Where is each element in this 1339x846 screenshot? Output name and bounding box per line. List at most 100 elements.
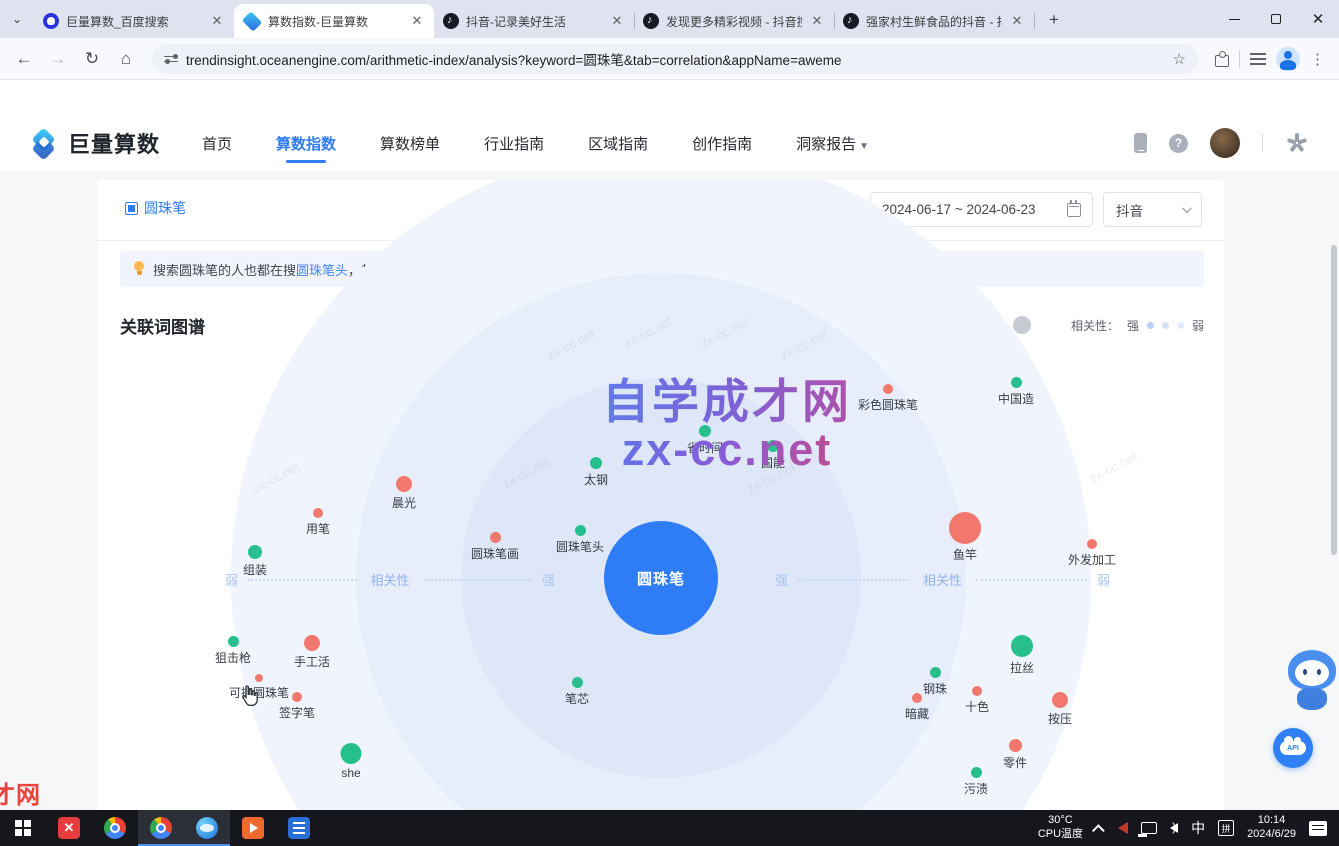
keyword-bubble-十色[interactable]: 十色 [965,686,989,715]
minimize-icon [1229,19,1240,20]
keyword-bubble-零件[interactable]: 零件 [1003,739,1027,771]
nav-item-算数指数[interactable]: 算数指数 [276,116,336,171]
page-scrollbar[interactable] [1331,245,1337,555]
taskbar-orange-app[interactable] [230,810,276,846]
forward-button[interactable]: → [42,43,74,75]
back-button[interactable]: ← [8,43,40,75]
date-range-value: 2024-06-17 ~ 2024-06-23 [882,202,1067,217]
axis-left-weak: 弱 [225,570,238,589]
browser-profile-avatar[interactable] [1276,47,1300,71]
keyword-bubble-she[interactable]: she [341,743,362,780]
watermark-tile: zx-cc.net [1087,449,1140,487]
keyword-bubble-污渍[interactable]: 污渍 [964,767,988,797]
keyword-bubble-圆珠笔画[interactable]: 圆珠笔画 [471,532,519,562]
browser-tab[interactable]: 抖音-记录美好生活✕ [434,4,634,38]
close-tab-icon[interactable]: ✕ [809,13,825,29]
site-info-icon[interactable] [164,54,178,64]
bytedance-pinwheel-icon[interactable] [1285,131,1309,155]
legend-corr-dot1 [1147,322,1154,329]
clock-time: 10:14 [1247,814,1296,828]
tab-groups-icon[interactable] [1250,53,1266,65]
site-logo[interactable]: 巨量算数 [30,127,160,159]
volume-icon[interactable] [1170,823,1178,833]
help-icon[interactable]: ? [1169,134,1188,153]
extensions-icon[interactable] [1214,51,1229,66]
api-float-button[interactable]: API [1273,728,1313,768]
home-button[interactable]: ⌂ [110,43,142,75]
keyword-bubble-按压[interactable]: 按压 [1048,692,1072,727]
user-avatar[interactable] [1210,128,1240,158]
ime-indicator[interactable]: 中 [1191,818,1205,838]
mobile-app-icon[interactable] [1134,133,1147,153]
browser-tab[interactable]: 强家村生鲜食品的抖音 - 抖音✕ [834,4,1034,38]
browser-tab[interactable]: 巨量算数_百度搜索✕ [34,4,234,38]
tab-search-chevron-icon[interactable]: ⌄ [0,0,34,38]
hint-link-keyword[interactable]: 圆珠笔头 [296,263,348,278]
bubble-label: 签字笔 [279,704,315,721]
window-minimize-button[interactable] [1213,0,1255,38]
date-range-input[interactable]: 2024-06-17 ~ 2024-06-23 [870,192,1093,227]
window-controls: ✕ [1213,0,1339,38]
trend-up-dot [304,635,320,651]
keyword-bubble-晨光[interactable]: 晨光 [392,476,416,511]
browser-menu-icon[interactable]: ⋮ [1310,50,1325,68]
close-tab-icon[interactable]: ✕ [209,13,225,29]
trend-up-dot [949,512,981,544]
url-text[interactable]: trendinsight.oceanengine.com/arithmetic-… [186,49,1165,69]
bookmark-star-icon[interactable]: ☆ [1173,50,1186,68]
taskbar-chrome[interactable] [92,810,138,846]
browser-tab[interactable]: 算数指数-巨量算数✕ [234,4,434,38]
keyword-bubble-用笔[interactable]: 用笔 [306,508,330,537]
cpu-temp: 30°C CPU温度 [1038,814,1083,842]
address-bar[interactable]: trendinsight.oceanengine.com/arithmetic-… [152,44,1198,74]
maximize-icon [1271,14,1281,24]
axis-left-dots2 [424,579,532,581]
browser-tab[interactable]: 发现更多精彩视频 - 抖音搜索✕ [634,4,834,38]
taskbar-red-app[interactable]: ✕ [46,810,92,846]
new-tab-button[interactable]: + [1040,6,1068,34]
assistant-mascot[interactable] [1288,650,1339,714]
keyword-bubble-鱼竿[interactable]: 鱼竿 [949,512,981,563]
keyword-bubble-暗藏[interactable]: 暗藏 [905,693,929,722]
trend-down-dot [341,743,362,764]
chevron-down-icon [1182,203,1192,213]
nav-item-区域指南[interactable]: 区域指南 [588,116,648,171]
clock[interactable]: 10:14 2024/6/29 [1247,814,1296,842]
muted-speaker-icon[interactable] [1118,822,1128,834]
start-button[interactable] [0,810,46,846]
keyword-bubble-手工活[interactable]: 手工活 [294,635,330,670]
bubble-label: she [341,766,360,780]
refresh-button[interactable]: ↻ [76,43,108,75]
nav-item-创作指南[interactable]: 创作指南 [692,116,752,171]
taskbar-blue-app[interactable] [276,810,322,846]
tray-expand-icon[interactable] [1092,824,1105,837]
nav-item-行业指南[interactable]: 行业指南 [484,116,544,171]
window-close-button[interactable]: ✕ [1297,0,1339,38]
platform-select[interactable]: 抖音 [1103,192,1202,227]
pinyin-keyboard-icon[interactable]: 拼 [1218,820,1234,836]
taskbar-chrome-active[interactable] [138,810,184,846]
keyword-bubble-钢珠[interactable]: 钢珠 [923,667,947,697]
keyword-chip[interactable]: 圆珠笔 [125,198,186,218]
keyword-bubble-拉丝[interactable]: 拉丝 [1010,635,1034,676]
keyword-bubble-中国造[interactable]: 中国造 [998,377,1034,407]
close-tab-icon[interactable]: ✕ [1009,13,1025,29]
nav-item-洞察报告[interactable]: 洞察报告▼ [796,116,869,171]
network-icon[interactable] [1141,822,1157,834]
keyword-bubble-笔芯[interactable]: 笔芯 [565,677,589,707]
keyword-bubble-外发加工[interactable]: 外发加工 [1068,539,1116,568]
close-tab-icon[interactable]: ✕ [409,13,425,29]
keyword-bubble-组装[interactable]: 组装 [243,545,267,578]
axis-right-weak: 弱 [1097,570,1110,589]
center-keyword-bubble[interactable]: 圆珠笔 [604,521,718,635]
trend-down-dot [1010,377,1021,388]
keyword-bubble-签字笔[interactable]: 签字笔 [279,692,315,721]
keyword-bubble-狙击枪[interactable]: 狙击枪 [215,636,251,666]
notification-center-icon[interactable] [1309,821,1327,836]
window-maximize-button[interactable] [1255,0,1297,38]
taskbar-blue-browser[interactable] [184,810,230,846]
close-tab-icon[interactable]: ✕ [609,13,625,29]
keyword-bubble-圆珠笔头[interactable]: 圆珠笔头 [556,525,604,555]
nav-item-首页[interactable]: 首页 [202,116,232,171]
nav-item-算数榜单[interactable]: 算数榜单 [380,116,440,171]
